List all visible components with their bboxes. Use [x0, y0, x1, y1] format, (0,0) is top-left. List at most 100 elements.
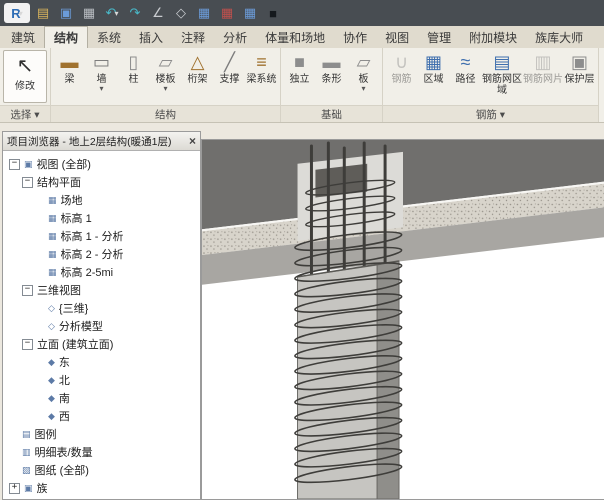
tab-massing-site[interactable]: 体量和场地 [256, 27, 334, 48]
save-icon[interactable]: ▣ [56, 3, 76, 23]
strip-button[interactable]: ▬条形 [316, 50, 347, 103]
panel-label-select[interactable]: 选择 ▾ [0, 105, 50, 122]
tree-item-label: 西 [59, 408, 70, 424]
3d-view[interactable] [202, 140, 604, 499]
tree-item-label: 标高 1 - 分析 [61, 228, 124, 244]
west-icon: ◆ [48, 411, 55, 422]
revit-logo-dropdown-icon[interactable]: ▾ [19, 9, 23, 18]
isolated-icon: ■ [294, 50, 305, 74]
isolated-button[interactable]: ■独立 [284, 50, 315, 103]
area-button[interactable]: ▦区域 [418, 50, 449, 103]
path-icon: ≈ [461, 50, 471, 74]
tree-item-east[interactable]: ◆东 [3, 353, 200, 371]
tree-item-south[interactable]: ◆南 [3, 389, 200, 407]
beam-button[interactable]: ▬梁 [54, 50, 85, 103]
brace-icon: ╱ [224, 50, 235, 74]
switch-windows-icon[interactable]: ▦ [240, 3, 260, 23]
panel-label-foundation[interactable]: 基础 [281, 105, 382, 122]
3d-view-icon[interactable]: ◇ [171, 3, 191, 23]
redo-icon[interactable]: ↷ [125, 3, 145, 23]
tree-item-sheets[interactable]: ▧图纸 (全部) [3, 461, 200, 479]
project-browser: 项目浏览器 - 地上2层结构(暖通1层) × −▣视图 (全部)−结构平面▦场地… [2, 131, 201, 500]
rebar-button[interactable]: ∪钢筋 [386, 50, 417, 103]
tab-annotate[interactable]: 注释 [172, 27, 214, 48]
strip-icon: ▬ [323, 50, 341, 74]
close-icon[interactable]: × [189, 134, 196, 148]
slab-button[interactable]: ▱板▾ [348, 50, 379, 103]
measure-icon[interactable]: ∠ [148, 3, 168, 23]
tree-item-3d-views[interactable]: −三维视图 [3, 281, 200, 299]
collapse-icon[interactable]: − [22, 177, 33, 188]
brace-button[interactable]: ╱支撑 [214, 50, 245, 103]
tab-family-master[interactable]: 族库大师 [526, 27, 592, 48]
tab-insert[interactable]: 插入 [130, 27, 172, 48]
tree-item-west[interactable]: ◆西 [3, 407, 200, 425]
chevron-down-icon: ▾ [163, 85, 167, 93]
tree-item-analytical-model[interactable]: ◇分析模型 [3, 317, 200, 335]
floor-button[interactable]: ▱楼板▾ [150, 50, 181, 103]
open-icon[interactable]: ▤ [33, 3, 53, 23]
tree-item-schedules[interactable]: ▥明细表/数量 [3, 443, 200, 461]
strip-label: 条形 [322, 74, 342, 85]
tab-collaborate[interactable]: 协作 [334, 27, 376, 48]
tab-architecture[interactable]: 建筑 [2, 27, 44, 48]
north-icon: ◆ [48, 375, 55, 386]
close-hidden-windows-icon[interactable]: ▦ [217, 3, 237, 23]
tree-item-elevations[interactable]: −立面 (建筑立面) [3, 335, 200, 353]
tree-item-3d[interactable]: ◇{三维} [3, 299, 200, 317]
print-icon[interactable]: ▦ [79, 3, 99, 23]
truss-button[interactable]: △桁架 [182, 50, 213, 103]
tree-item-legends[interactable]: ▤图例 [3, 425, 200, 443]
fabric-area-button[interactable]: ▤钢筋网区域 [482, 50, 522, 103]
tree-item-views[interactable]: −▣视图 (全部) [3, 155, 200, 173]
undo-icon[interactable]: ↶▾ [102, 3, 122, 23]
drawing-area[interactable] [201, 139, 604, 500]
tree-item-label: 标高 2-5mi [61, 264, 114, 280]
beam-icon: ▬ [61, 50, 79, 74]
collapse-icon[interactable]: − [9, 159, 20, 170]
tab-structure[interactable]: 结构 [44, 26, 88, 48]
collapse-icon[interactable]: − [22, 339, 33, 350]
collapse-icon[interactable]: − [22, 285, 33, 296]
fabric-sheet-button[interactable]: ▥钢筋网片 [523, 50, 563, 103]
tree-item-structural-plans[interactable]: −结构平面 [3, 173, 200, 191]
tab-addins[interactable]: 附加模块 [460, 27, 526, 48]
panel-label-reinforcement[interactable]: 钢筋 ▾ [383, 105, 598, 122]
app-button-icon[interactable]: ■ [263, 3, 283, 23]
tab-systems[interactable]: 系统 [88, 27, 130, 48]
tree-item-north[interactable]: ◆北 [3, 371, 200, 389]
wall-button[interactable]: ▭墙▾ [86, 50, 117, 103]
tab-analyze[interactable]: 分析 [214, 27, 256, 48]
tree-item-families[interactable]: +▣族 [3, 479, 200, 497]
path-button[interactable]: ≈路径 [450, 50, 481, 103]
schedule-icon[interactable]: ▦ [194, 3, 214, 23]
column-icon: ▯ [129, 50, 139, 74]
analytical-model-icon: ◇ [48, 321, 55, 332]
ribbon-tab-bar: 建筑结构系统插入注释分析体量和场地协作视图管理附加模块族库大师 [0, 26, 604, 48]
tree-item-site[interactable]: ▦场地 [3, 191, 200, 209]
revit-logo[interactable]: R▾ [4, 3, 30, 23]
tree-item-label: 标高 2 - 分析 [61, 246, 124, 262]
column-label: 柱 [129, 74, 139, 85]
east-icon: ◆ [48, 357, 55, 368]
beam-system-button[interactable]: ≡梁系统 [246, 50, 277, 103]
expand-icon[interactable]: + [9, 483, 20, 494]
tree-item-level-2-5mi[interactable]: ▦标高 2-5mi [3, 263, 200, 281]
panel-label-structure[interactable]: 结构 [51, 105, 280, 122]
tree-item-label: 图例 [35, 426, 57, 442]
quick-access-toolbar: R▾▤▣▦↶▾↷∠◇▦▦▦■ [0, 0, 604, 26]
panel-foundation: ■独立▬条形▱板▾基础 [281, 48, 383, 122]
fabric-sheet-label: 钢筋网片 [523, 74, 563, 85]
tree-item-level-1-analysis[interactable]: ▦标高 1 - 分析 [3, 227, 200, 245]
project-browser-header: 项目浏览器 - 地上2层结构(暖通1层) × [3, 132, 200, 151]
column-button[interactable]: ▯柱 [118, 50, 149, 103]
undo-dropdown-icon[interactable]: ▾ [114, 9, 118, 18]
modify-button[interactable]: ↖修改 [3, 50, 47, 103]
cover-label: 保护层 [565, 74, 595, 85]
beam-system-icon: ≡ [256, 50, 267, 74]
cover-button[interactable]: ▣保护层 [564, 50, 595, 103]
tree-item-level-2-analysis[interactable]: ▦标高 2 - 分析 [3, 245, 200, 263]
tab-view[interactable]: 视图 [376, 27, 418, 48]
tree-item-level-1[interactable]: ▦标高 1 [3, 209, 200, 227]
tab-manage[interactable]: 管理 [418, 27, 460, 48]
